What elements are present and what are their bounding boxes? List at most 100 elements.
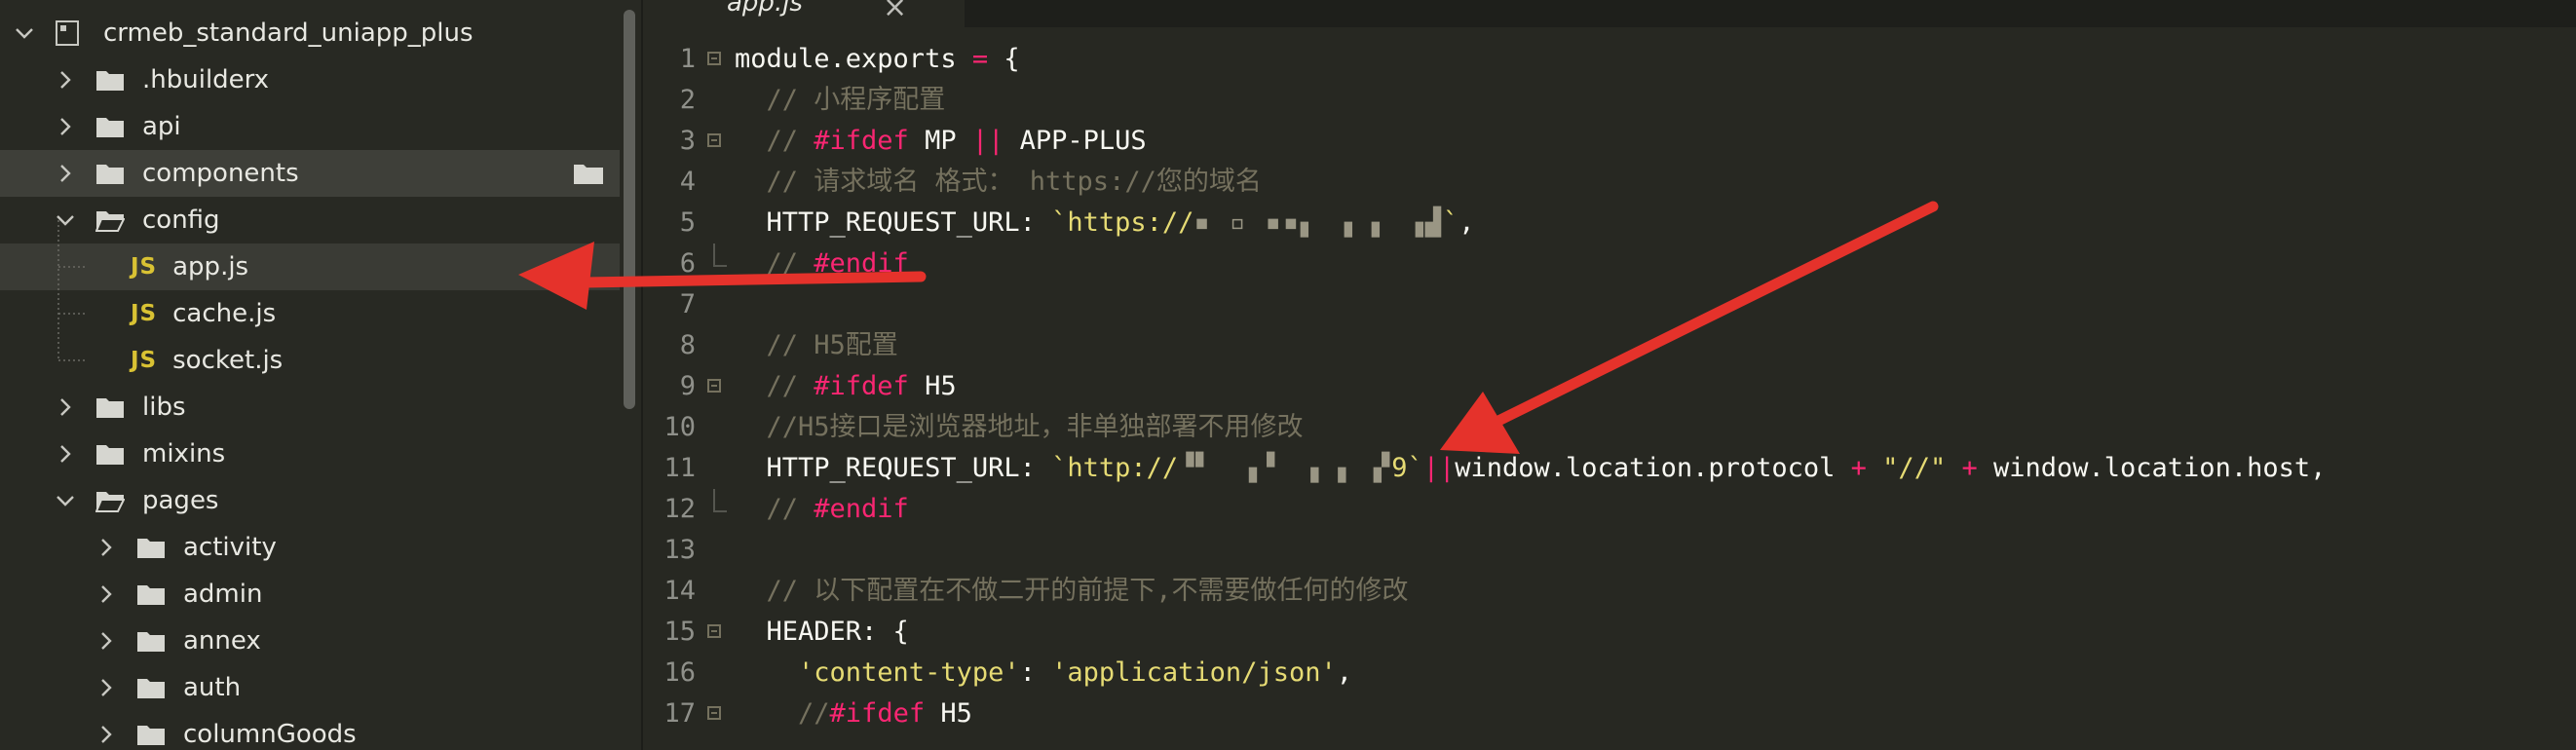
line-number: 3	[679, 126, 696, 156]
code-text: // 小程序配置	[735, 80, 946, 121]
line-number: 13	[663, 535, 696, 565]
line-number: 8	[679, 330, 696, 360]
tree-item-components[interactable]: components	[0, 150, 620, 197]
chevron-right-icon[interactable]	[55, 396, 76, 418]
code-token: HTTP_REQUEST_URL:	[735, 207, 1052, 238]
fold-end-marker	[713, 244, 727, 267]
tree-item-label: app.js	[172, 252, 249, 281]
code-token: {	[988, 44, 1020, 74]
line-number: 12	[663, 494, 696, 524]
open-folder-icon[interactable]	[573, 162, 604, 185]
fold-toggle-icon[interactable]	[707, 133, 721, 147]
tree-item-pages[interactable]: pages	[0, 477, 620, 524]
chevron-right-icon[interactable]	[55, 443, 76, 465]
chevron-right-icon[interactable]	[95, 724, 117, 745]
folder-icon	[95, 162, 125, 185]
fold-end-marker	[713, 489, 727, 512]
tree-item-libs[interactable]: libs	[0, 384, 620, 431]
tree-item-columngoods[interactable]: columnGoods	[0, 711, 620, 750]
folder-open-icon	[95, 208, 125, 232]
code-editor[interactable]: 1 module.exports = {2 // 小程序配置 3 // #ifdef…	[643, 27, 2576, 750]
tree-item-activity[interactable]: activity	[0, 524, 620, 571]
tree-item-app-js[interactable]: JS app.js	[0, 244, 620, 290]
tree-item-socket-js[interactable]: JS socket.js	[0, 337, 620, 384]
tree-item-api[interactable]: api	[0, 103, 620, 150]
code-token: H5	[908, 371, 957, 401]
tab-app-js[interactable]: app.js ×	[643, 0, 965, 27]
tree-item-cache-js[interactable]: JS cache.js	[0, 290, 620, 337]
code-text: 'content-type': 'application/json',	[735, 653, 1352, 694]
tree-item-annex[interactable]: annex	[0, 618, 620, 664]
tree-item-label: activity	[183, 533, 277, 562]
chevron-down-icon[interactable]	[55, 490, 76, 511]
code-line[interactable]: 9 // #ifdef H5	[643, 366, 2576, 407]
chevron-right-icon[interactable]	[55, 116, 76, 137]
chevron-down-icon[interactable]	[14, 22, 35, 44]
line-number: 14	[663, 576, 696, 606]
fold-toggle-icon[interactable]	[707, 624, 721, 638]
code-line[interactable]: 16 'content-type': 'application/json',	[643, 653, 2576, 694]
tree-item-label: admin	[183, 580, 263, 609]
code-line[interactable]: 12 // #endif	[643, 489, 2576, 530]
project-root[interactable]: crmeb_standard_uniapp_plus	[0, 10, 620, 56]
tree-item-label: auth	[183, 673, 242, 702]
tree-item-label: columnGoods	[183, 720, 357, 749]
code-token: APP-PLUS	[1004, 126, 1147, 156]
code-line[interactable]: 3 // #ifdef MP || APP-PLUS	[643, 121, 2576, 162]
line-number: 2	[679, 85, 696, 115]
project-icon	[55, 19, 80, 47]
code-line[interactable]: 5 HTTP_REQUEST_URL: `https://▪ ▫ ▪▪▖ ▗ ▖…	[643, 203, 2576, 244]
code-token: #ifdef	[814, 126, 909, 156]
code-line[interactable]: 7	[643, 284, 2576, 325]
chevron-right-icon[interactable]	[55, 69, 76, 91]
tree-item-auth[interactable]: auth	[0, 664, 620, 711]
redacted-text: ▪ ▫ ▪▪▖ ▗ ▖ ▗▟	[1193, 207, 1443, 238]
fold-toggle-icon[interactable]	[707, 379, 721, 393]
code-line[interactable]: 6 // #endif	[643, 244, 2576, 284]
code-token: //H5接口是浏览器地址，非单独部署不用修改	[735, 412, 1304, 442]
code-token: `http://	[1051, 453, 1179, 483]
chevron-right-icon[interactable]	[95, 630, 117, 652]
tree-item-config[interactable]: config	[0, 197, 620, 244]
chevron-down-icon[interactable]	[55, 209, 76, 231]
folder-icon	[136, 582, 166, 606]
code-line[interactable]: 14 // 以下配置在不做二开的前提下,不需要做任何的修改	[643, 571, 2576, 612]
code-token: window.location.host,	[1977, 453, 2327, 483]
code-line[interactable]: 10 //H5接口是浏览器地址，非单独部署不用修改	[643, 407, 2576, 448]
code-text: // #ifdef H5	[735, 366, 957, 407]
line-number: 11	[663, 453, 696, 483]
tree-item-admin[interactable]: admin	[0, 571, 620, 618]
chevron-right-icon[interactable]	[95, 537, 117, 558]
js-file-icon: JS	[131, 301, 158, 326]
code-text: HEADER: {	[735, 612, 909, 653]
code-token: // 小程序配置	[735, 85, 946, 115]
line-number: 15	[663, 617, 696, 647]
fold-toggle-icon[interactable]	[707, 52, 721, 65]
code-token: =	[971, 44, 989, 74]
code-text: // #ifdef MP || APP-PLUS	[735, 121, 1147, 162]
tree-item-label: libs	[142, 393, 186, 422]
code-line[interactable]: 1 module.exports = {	[643, 39, 2576, 80]
code-token: ||	[1422, 453, 1456, 483]
code-line[interactable]: 8 // H5配置	[643, 325, 2576, 366]
code-line[interactable]: 15 HEADER: {	[643, 612, 2576, 653]
tree-item-mixins[interactable]: mixins	[0, 431, 620, 477]
folder-icon	[136, 723, 166, 746]
chevron-right-icon[interactable]	[95, 677, 117, 698]
code-line[interactable]: 4 // 请求域名 格式： https://您的域名	[643, 162, 2576, 203]
close-icon[interactable]: ×	[883, 0, 907, 24]
code-token: module.exports	[735, 44, 972, 74]
fold-toggle-icon[interactable]	[707, 706, 721, 720]
code-line[interactable]: 13	[643, 530, 2576, 571]
js-file-icon: JS	[131, 254, 158, 280]
chevron-right-icon[interactable]	[55, 163, 76, 184]
folder-open-icon	[95, 489, 125, 512]
tree-item-label: socket.js	[172, 346, 284, 375]
code-token: ,	[1336, 657, 1352, 688]
sidebar-scrollbar[interactable]	[624, 10, 635, 409]
code-line[interactable]: 17 //#ifdef H5	[643, 694, 2576, 734]
chevron-right-icon[interactable]	[95, 583, 117, 605]
code-line[interactable]: 2 // 小程序配置	[643, 80, 2576, 121]
tree-item-hbuilderx[interactable]: .hbuilderx	[0, 56, 620, 103]
code-line[interactable]: 11 HTTP_REQUEST_URL: `http://▝▘ ▖▘ ▗ ▖ ▞…	[643, 448, 2576, 489]
